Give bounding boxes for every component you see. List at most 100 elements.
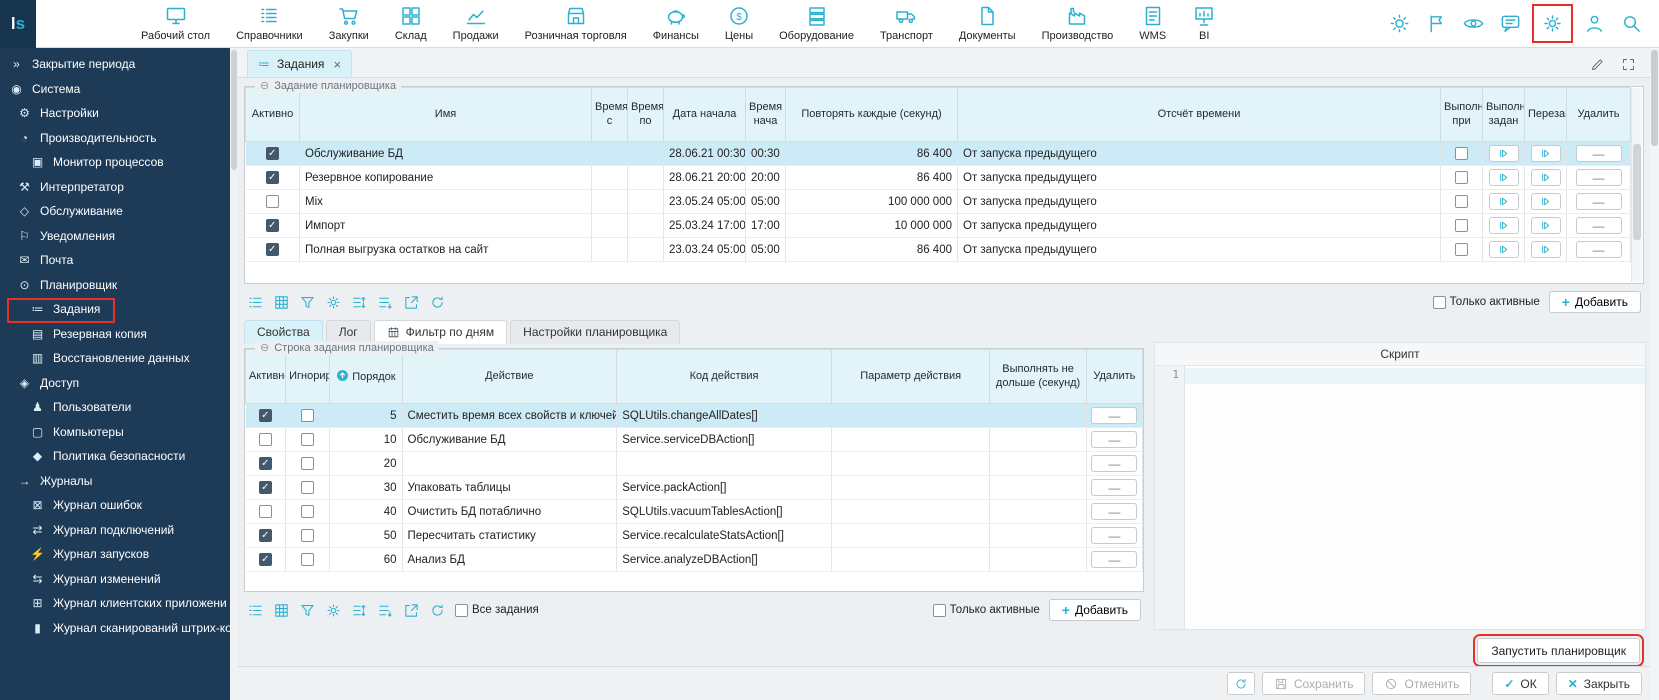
all-tasks-checkbox[interactable] [455, 604, 468, 617]
run-at-checkbox[interactable] [1455, 243, 1468, 256]
column-header-action[interactable]: Действие [402, 350, 617, 404]
column-header-countdown[interactable]: Отсчёт времени [958, 88, 1441, 142]
column-header-active[interactable]: Активно [246, 350, 286, 404]
profile-button[interactable] [1579, 8, 1610, 39]
table-grid-button[interactable] [273, 294, 290, 311]
active-checkbox[interactable]: ✓ [266, 147, 279, 160]
column-header-execute[interactable]: Выполнить задан [1483, 88, 1525, 142]
task-line-row[interactable]: ✓30Упаковать таблицыService.packAction[]… [246, 476, 1143, 500]
sidebar-item-connections-log[interactable]: ⇄Журнал подключений [0, 518, 230, 543]
execute-task-button[interactable] [1489, 241, 1519, 258]
execute-task-button[interactable] [1489, 193, 1519, 210]
active-checkbox[interactable]: ✓ [259, 553, 272, 566]
delete-line-button[interactable]: — [1091, 503, 1137, 520]
sidebar-item-error-log[interactable]: ⊠Журнал ошибок [0, 493, 230, 518]
toolbar-gear-button[interactable] [325, 602, 342, 619]
column-header-max-duration[interactable]: Выполнять не дольше (секунд) [990, 350, 1086, 404]
sidebar-item-process-monitor[interactable]: ▣Монитор процессов [0, 150, 230, 175]
topbar-item-sales[interactable]: Продажи [440, 0, 512, 47]
column-header-order[interactable]: Порядок [330, 350, 402, 404]
run-at-checkbox[interactable] [1455, 171, 1468, 184]
restart-task-button[interactable] [1531, 193, 1561, 210]
search-button[interactable] [1616, 8, 1647, 39]
topbar-item-desktop[interactable]: Рабочий стол [128, 0, 223, 47]
active-checkbox[interactable]: ✓ [259, 529, 272, 542]
column-header-start-time[interactable]: Время нача [746, 88, 786, 142]
refresh-button[interactable] [429, 602, 446, 619]
column-header-time-from[interactable]: Время с [592, 88, 628, 142]
popout-button[interactable] [403, 294, 420, 311]
task-line-row[interactable]: ✓60Анализ БДService.analyzeDBAction[]— [246, 548, 1143, 572]
popout-button[interactable] [403, 602, 420, 619]
sidebar-item-notifications[interactable]: ⚐Уведомления [0, 224, 230, 249]
refresh-button[interactable] [1227, 672, 1255, 695]
column-header-name[interactable]: Имя [300, 88, 592, 142]
ignore-checkbox[interactable] [301, 409, 314, 422]
topbar-item-bi[interactable]: BI [1179, 0, 1229, 47]
topbar-item-prices[interactable]: $Цены [712, 0, 766, 47]
sidebar-item-maintenance[interactable]: ◇Обслуживание [0, 199, 230, 224]
column-header-delete[interactable]: Удалить [1086, 350, 1142, 404]
run-scheduler-button[interactable]: Запустить планировщик [1477, 638, 1640, 663]
topbar-item-catalog[interactable]: Справочники [223, 0, 316, 47]
active-checkbox[interactable]: ✓ [259, 481, 272, 494]
only-active-checkbox[interactable] [933, 604, 946, 617]
sidebar-item-barcode-log[interactable]: ▮Журнал сканирований штрих-ко [0, 616, 230, 641]
active-checkbox[interactable] [259, 433, 272, 446]
column-header-action-param[interactable]: Параметр действия [831, 350, 990, 404]
sidebar-item-mail[interactable]: ✉Почта [0, 248, 230, 273]
sidebar-item-restore[interactable]: ▥Восстановление данных [0, 346, 230, 371]
only-active-checkbox-label[interactable]: Только активные [933, 604, 1040, 617]
run-at-checkbox[interactable] [1455, 219, 1468, 232]
ignore-checkbox[interactable] [301, 457, 314, 470]
columns-button[interactable] [247, 294, 264, 311]
active-checkbox[interactable]: ✓ [266, 219, 279, 232]
restart-task-button[interactable] [1531, 217, 1561, 234]
group-button[interactable] [351, 602, 368, 619]
sidebar-item-tasks[interactable]: ≔Задания [0, 297, 230, 322]
topbar-item-retail[interactable]: Розничная торговля [512, 0, 640, 47]
settings-gear-button[interactable] [1537, 8, 1568, 39]
task-row[interactable]: ✓Импорт25.03.24 17:0017:0010 000 000От з… [246, 214, 1631, 238]
column-header-run-at[interactable]: Выполнить при [1441, 88, 1483, 142]
delete-line-button[interactable]: — [1091, 479, 1137, 496]
active-checkbox[interactable]: ✓ [259, 409, 272, 422]
sidebar-item-launch-log[interactable]: ⚡Журнал запусков [0, 542, 230, 567]
topbar-item-warehouse[interactable]: Склад [382, 0, 440, 47]
task-row[interactable]: ✓Резервное копирование28.06.21 20:0020:0… [246, 166, 1631, 190]
restart-task-button[interactable] [1531, 169, 1561, 186]
delete-task-button[interactable]: — [1576, 193, 1622, 210]
column-header-repeat-every[interactable]: Повторять каждые (секунд) [786, 88, 958, 142]
delete-task-button[interactable]: — [1576, 217, 1622, 234]
ignore-checkbox[interactable] [301, 481, 314, 494]
page-scrollbar[interactable] [1650, 48, 1659, 700]
subtab-scheduler-settings[interactable]: Настройки планировщика [510, 320, 680, 344]
column-header-delete[interactable]: Удалить [1567, 88, 1631, 142]
column-header-start-date[interactable]: Дата начала [664, 88, 746, 142]
sidebar-item-changes-log[interactable]: ⇆Журнал изменений [0, 567, 230, 592]
topbar-item-wms[interactable]: WMS [1126, 0, 1179, 47]
tab-close-icon[interactable]: × [331, 57, 341, 72]
sidebar-item-settings[interactable]: ⚙Настройки [0, 101, 230, 126]
flag-button[interactable] [1421, 8, 1452, 39]
active-checkbox[interactable]: ✓ [266, 243, 279, 256]
active-checkbox[interactable]: ✓ [266, 171, 279, 184]
sidebar-item-access[interactable]: ◈Доступ [0, 371, 230, 396]
delete-line-button[interactable]: — [1091, 527, 1137, 544]
sidebar-item-interpreter[interactable]: ⚒Интерпретатор [0, 175, 230, 200]
delete-line-button[interactable]: — [1091, 551, 1137, 568]
sidebar-item-computers[interactable]: ▢Компьютеры [0, 420, 230, 445]
execute-task-button[interactable] [1489, 217, 1519, 234]
column-header-time-to[interactable]: Время по [628, 88, 664, 142]
task-row[interactable]: Mix23.05.24 05:0005:00100 000 000От запу… [246, 190, 1631, 214]
flat-list-button[interactable] [377, 602, 394, 619]
task-line-row[interactable]: ✓50Пересчитать статистикуService.recalcu… [246, 524, 1143, 548]
refresh-button[interactable] [429, 294, 446, 311]
topbar-item-production[interactable]: Производство [1029, 0, 1127, 47]
delete-line-button[interactable]: — [1091, 455, 1137, 472]
sidebar-item-journals[interactable]: →Журналы [0, 469, 230, 494]
column-header-active[interactable]: Активно [246, 88, 300, 142]
table-grid-button[interactable] [273, 602, 290, 619]
topbar-item-transport[interactable]: Транспорт [867, 0, 946, 47]
group-button[interactable] [351, 294, 368, 311]
